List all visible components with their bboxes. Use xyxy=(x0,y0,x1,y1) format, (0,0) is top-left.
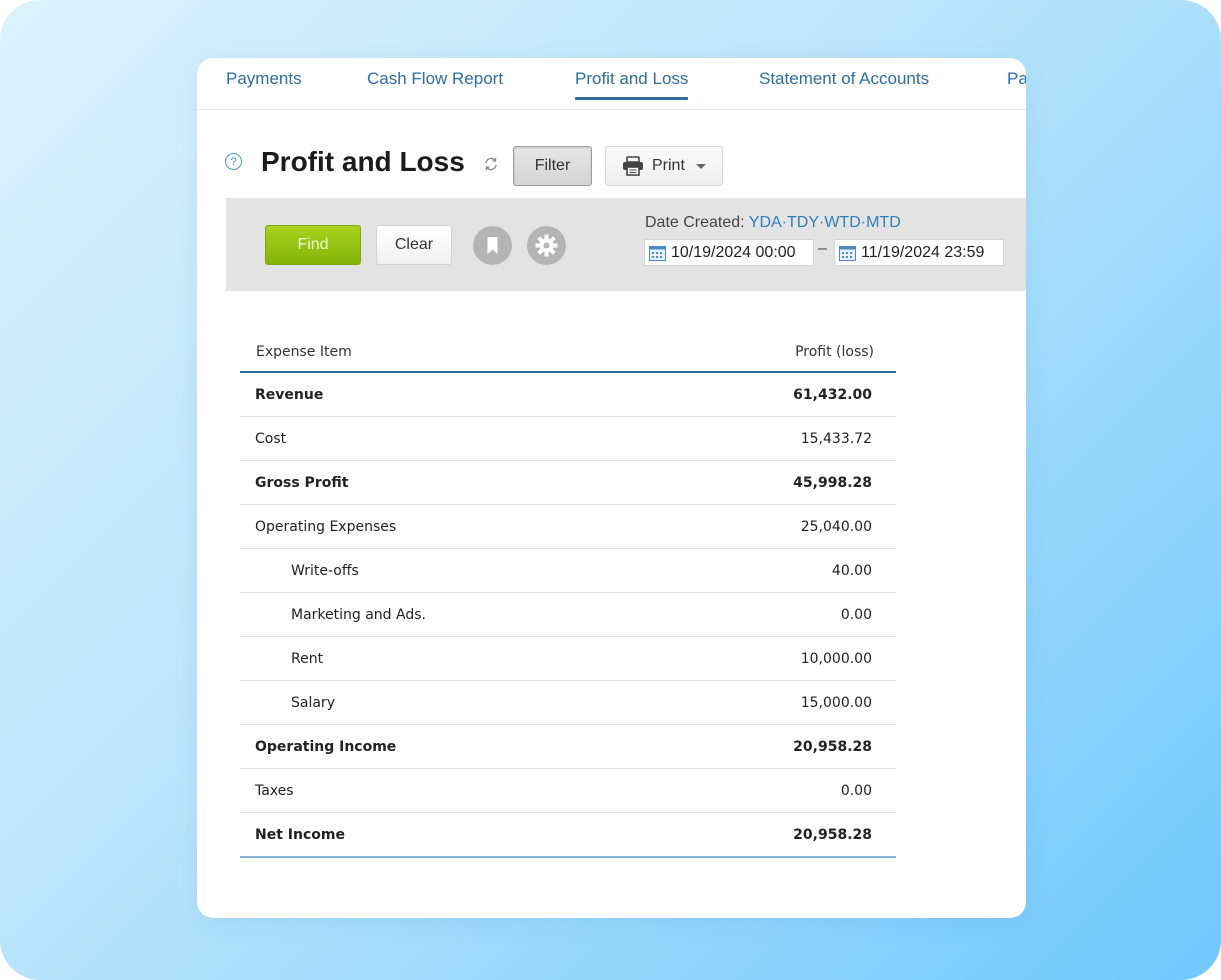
column-header-expense-item: Expense Item xyxy=(240,333,661,373)
preset-tdy[interactable]: TDY xyxy=(787,214,819,231)
tab-overflow[interactable]: Pa xyxy=(1007,69,1026,99)
expense-item-cell: Operating Income xyxy=(240,724,661,769)
expense-item-cell: Rent xyxy=(240,636,661,681)
expense-item-cell: Cost xyxy=(240,416,661,461)
tab-statement-of-accounts[interactable]: Statement of Accounts xyxy=(759,69,929,99)
table-header-row: Expense Item Profit (loss) xyxy=(240,333,896,373)
expense-item-cell: Taxes xyxy=(240,768,661,813)
bookmark-button[interactable] xyxy=(473,226,512,265)
table-row: Revenue 61,432.00 xyxy=(240,372,896,417)
preset-wtd[interactable]: WTD xyxy=(824,214,860,231)
table-body: Revenue 61,432.00 Cost 15,433.72 Gross Profi… xyxy=(240,372,896,858)
table-row: Gross Profit 45,998.28 xyxy=(240,460,896,505)
profit-loss-cell: 20,958.28 xyxy=(660,812,896,858)
table-row: Salary 15,000.00 xyxy=(240,680,896,725)
clear-button[interactable]: Clear xyxy=(376,225,452,265)
profit-loss-cell: 0.00 xyxy=(660,592,896,637)
profit-loss-cell: 0.00 xyxy=(660,768,896,813)
table-row: Marketing and Ads. 0.00 xyxy=(240,592,896,637)
gear-icon xyxy=(535,234,558,257)
refresh-icon[interactable] xyxy=(483,156,499,172)
date-created-label: Date Created: YDA·TDY·WTD·MTD xyxy=(645,214,901,232)
filter-button[interactable]: Filter xyxy=(513,146,592,186)
calendar-icon xyxy=(649,246,666,261)
table-row: Operating Income 20,958.28 xyxy=(240,724,896,769)
question-circle-icon[interactable]: ? xyxy=(225,153,242,170)
background: Payments Cash Flow Report Profit and Los… xyxy=(0,0,1221,980)
date-to-input[interactable]: 11/19/2024 23:59 xyxy=(834,239,1004,266)
find-button[interactable]: Find xyxy=(265,225,361,265)
report-tabs: Payments Cash Flow Report Profit and Los… xyxy=(197,58,1026,110)
table-row: Taxes 0.00 xyxy=(240,768,896,813)
date-from-value: 10/19/2024 00:00 xyxy=(671,244,796,261)
printer-icon xyxy=(623,156,643,176)
expense-item-cell: Gross Profit xyxy=(240,460,661,505)
chevron-down-icon xyxy=(696,164,706,169)
filter-bar: Find Clear Date Created: YDA·TDY·WTD·MTD… xyxy=(226,198,1026,291)
tab-cash-flow-report[interactable]: Cash Flow Report xyxy=(367,69,503,99)
calendar-icon xyxy=(839,246,856,261)
print-label: Print xyxy=(652,157,685,174)
table-row: Net Income 20,958.28 xyxy=(240,812,896,858)
profit-loss-cell: 15,433.72 xyxy=(660,416,896,461)
expense-item-cell: Write-offs xyxy=(240,548,661,593)
expense-item-cell: Salary xyxy=(240,680,661,725)
profit-loss-cell: 40.00 xyxy=(660,548,896,593)
profit-loss-cell: 10,000.00 xyxy=(660,636,896,681)
table-row: Rent 10,000.00 xyxy=(240,636,896,681)
report-card: Payments Cash Flow Report Profit and Los… xyxy=(197,58,1026,918)
profit-loss-table: Expense Item Profit (loss) Revenue 61,432… xyxy=(240,333,896,858)
expense-item-cell: Operating Expenses xyxy=(240,504,661,549)
tab-profit-and-loss[interactable]: Profit and Loss xyxy=(575,69,689,100)
date-from-input[interactable]: 10/19/2024 00:00 xyxy=(644,239,814,266)
profit-loss-cell: 20,958.28 xyxy=(660,724,896,769)
date-range-separator: – xyxy=(818,240,827,257)
expense-item-cell: Net Income xyxy=(240,812,661,858)
profit-loss-cell: 45,998.28 xyxy=(660,460,896,505)
settings-button[interactable] xyxy=(527,226,566,265)
preset-mtd[interactable]: MTD xyxy=(866,214,901,231)
profit-loss-cell: 25,040.00 xyxy=(660,504,896,549)
table-row: Operating Expenses 25,040.00 xyxy=(240,504,896,549)
print-button[interactable]: Print xyxy=(605,146,723,186)
expense-item-cell: Revenue xyxy=(240,372,661,417)
profit-loss-cell: 61,432.00 xyxy=(660,372,896,417)
date-created-text: Date Created: xyxy=(645,214,745,231)
expense-item-cell: Marketing and Ads. xyxy=(240,592,661,637)
profit-loss-cell: 15,000.00 xyxy=(660,680,896,725)
bookmark-icon xyxy=(487,237,498,254)
tab-payments[interactable]: Payments xyxy=(226,69,302,99)
date-to-value: 11/19/2024 23:59 xyxy=(861,244,985,261)
column-header-profit-loss: Profit (loss) xyxy=(660,333,896,373)
page-title: Profit and Loss xyxy=(261,146,465,177)
preset-yda[interactable]: YDA xyxy=(749,214,782,231)
table-row: Write-offs 40.00 xyxy=(240,548,896,593)
table-row: Cost 15,433.72 xyxy=(240,416,896,461)
